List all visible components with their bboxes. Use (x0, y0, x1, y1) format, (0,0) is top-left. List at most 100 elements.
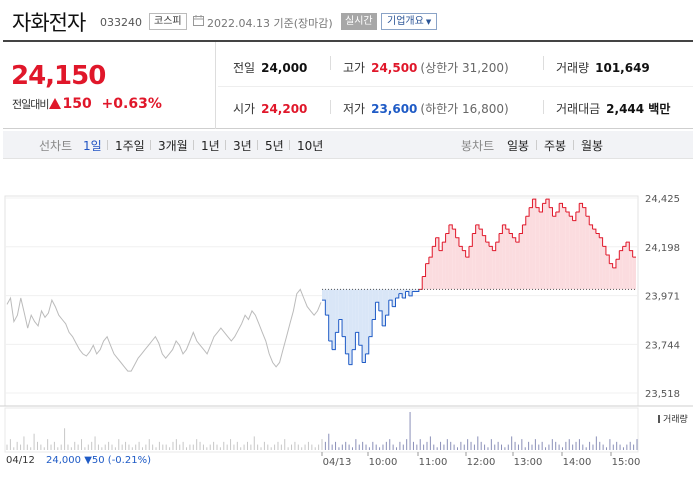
divider (193, 140, 194, 150)
period-1d[interactable]: 1일 (83, 137, 102, 154)
line-segment (622, 242, 627, 247)
x-tick-label: 11:00 (419, 457, 448, 468)
period-1w[interactable]: 1주일 (115, 137, 145, 154)
line-segment (539, 203, 543, 213)
price-chart[interactable]: 24,425 24,198 23,971 23,744 23,518 04/13 10:0… (0, 160, 693, 483)
divider (150, 140, 151, 150)
fill-segment (452, 229, 456, 290)
divider (543, 56, 544, 70)
prev-day-line (6, 288, 322, 372)
line-segment (342, 336, 346, 354)
stat-label: 전일 (233, 61, 256, 75)
line-segment (572, 211, 577, 222)
fill-segment (375, 289, 379, 303)
line-segment (328, 340, 333, 350)
y-tick-label: 23,744 (645, 340, 680, 351)
fill-segment (328, 289, 333, 341)
fill-segment (408, 289, 413, 296)
calendar-icon (193, 15, 204, 26)
fill-segment (335, 289, 339, 333)
fill-segment (345, 289, 349, 354)
line-segment (322, 299, 326, 316)
company-overview-button[interactable]: 기업개요 ▼ (381, 13, 438, 30)
fill-segment (442, 242, 446, 290)
line-segment (612, 259, 617, 269)
line-segment (615, 250, 620, 260)
volume-bars (6, 412, 638, 450)
line-segment (358, 344, 363, 363)
fill-segment (585, 216, 590, 290)
date-text: 2022.04.13 기준(장마감) (207, 17, 333, 30)
fill-segment (519, 233, 523, 290)
stat-label: 거래대금 (556, 102, 601, 116)
fill-segment (539, 211, 543, 290)
stat-value: 101,649 (595, 61, 650, 75)
divider (573, 140, 574, 150)
stat-open: 시가 24,200 (233, 100, 307, 117)
fill-segment (432, 246, 436, 290)
line-segment (465, 246, 470, 258)
period-5y[interactable]: 5년 (265, 137, 284, 154)
line-segment (442, 233, 447, 243)
prev-day-close: 24,000 (46, 455, 82, 466)
candle-monthly[interactable]: 월봉 (581, 137, 603, 154)
prev-day-date: 04/12 (6, 455, 35, 466)
fill-segment (575, 211, 580, 290)
stat-label: 시가 (233, 102, 256, 116)
line-segment (388, 299, 393, 307)
divider (330, 100, 331, 114)
fill-segment (549, 207, 553, 290)
realtime-button[interactable]: 실시간 (341, 13, 377, 30)
stat-low: 저가 23,600 (하한가 16,800) (343, 100, 509, 117)
fill-segment (445, 233, 449, 290)
fill-segment (615, 259, 620, 290)
candle-daily[interactable]: 일봉 (507, 137, 529, 154)
fill-segment (368, 289, 373, 337)
prev-day-footer: 04/12 24,000 ▼50 (-0.21%) (6, 455, 151, 466)
volume-legend-label: 거래량 (663, 415, 688, 425)
change-value: 150 (62, 96, 92, 112)
period-3m[interactable]: 3개월 (158, 137, 188, 154)
fill-segment (622, 246, 626, 290)
fill-segment (362, 289, 366, 363)
fill-segment (599, 237, 603, 290)
period-10y[interactable]: 10년 (297, 137, 323, 154)
fill-segment (625, 242, 630, 290)
stock-header: 자화전자 033240 코스피 2022.04.13 기준(장마감) 실시간 기… (0, 0, 693, 40)
y-tick-label: 24,425 (645, 194, 680, 205)
divider (218, 86, 693, 87)
stat-label: 고가 (343, 61, 366, 75)
fill-segment (542, 203, 546, 290)
candle-weekly[interactable]: 주봉 (544, 137, 566, 154)
divider (225, 140, 226, 150)
fill-segment (402, 289, 406, 298)
fill-segment (485, 242, 490, 290)
fill-segment (492, 250, 496, 290)
fill-segment (458, 246, 463, 290)
stat-value: 24,000 (261, 61, 308, 75)
fill-segment (428, 257, 433, 290)
period-3y[interactable]: 3년 (233, 137, 252, 154)
stat-value: 23,600 (371, 102, 418, 116)
x-tick-label: 14:00 (563, 457, 592, 468)
fill-segment (562, 207, 566, 290)
fill-segment (632, 257, 636, 290)
line-segment (468, 233, 473, 247)
stat-prev-close: 전일 24,000 (233, 59, 307, 76)
fill-segment (472, 233, 476, 290)
period-1y[interactable]: 1년 (201, 137, 220, 154)
fill-segment (385, 289, 389, 316)
stat-value: 24,500 (371, 61, 418, 75)
fill-segment (425, 263, 429, 290)
fill-segment (489, 246, 493, 290)
fill-segment (609, 263, 613, 290)
line-segment (345, 353, 350, 365)
line-segment (495, 233, 500, 243)
stat-label: 거래량 (556, 61, 590, 75)
change-label: 전일대비 (12, 98, 49, 111)
fill-segment (358, 289, 363, 346)
fill-segment (535, 207, 540, 290)
up-triangle-icon (49, 98, 62, 109)
fill-segment (355, 289, 359, 333)
fill-segment (438, 250, 443, 290)
